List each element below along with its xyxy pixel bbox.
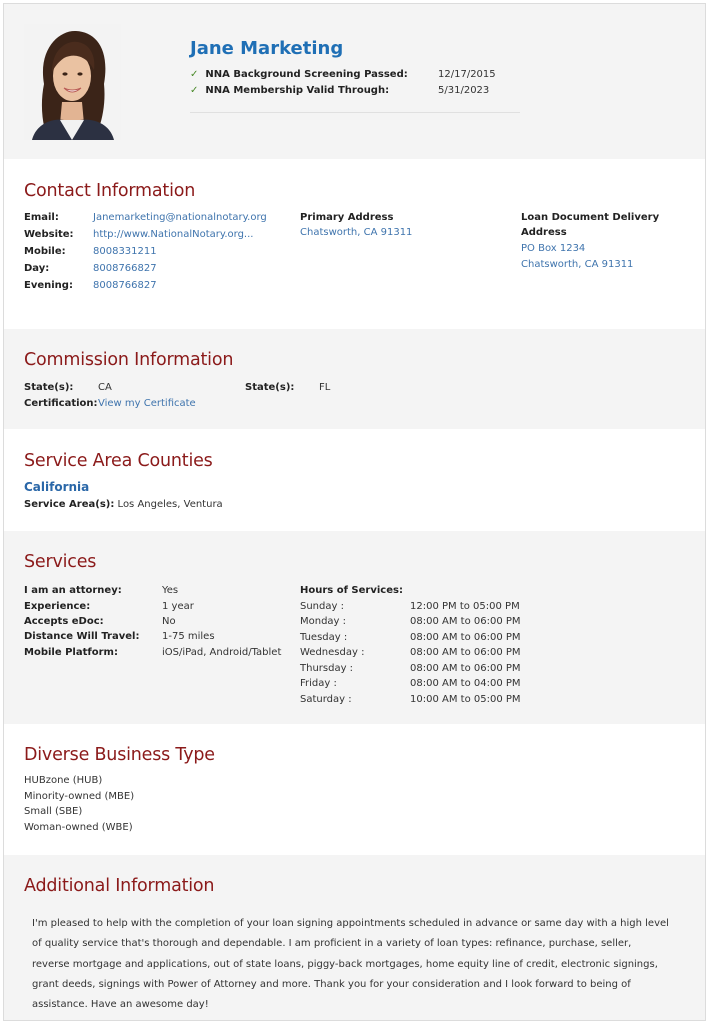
experience-value: 1 year: [162, 601, 194, 612]
profile-page: Jane Marketing ✓ NNA Background Screening…: [3, 3, 706, 1021]
hours-time: 08:00 AM to 04:00 PM: [410, 678, 521, 689]
service-area-row: Service Area(s): Los Angeles, Ventura: [24, 497, 223, 512]
diverse-section: Diverse Business Type HUBzone (HUB) Mino…: [4, 724, 705, 855]
mobile-platform-label: Mobile Platform:: [24, 647, 118, 658]
hours-time: 12:00 PM to 05:00 PM: [410, 601, 520, 612]
edoc-label: Accepts eDoc:: [24, 616, 104, 627]
section-title: Service Area Counties: [24, 451, 213, 471]
distance-value: 1-75 miles: [162, 631, 215, 642]
hours-label: Hours of Services:: [300, 585, 403, 596]
section-title: Additional Information: [24, 876, 215, 896]
hours-day: Saturday :: [300, 694, 352, 705]
check-icon: ✓: [190, 69, 199, 80]
evening-phone-link[interactable]: 8008766827: [93, 278, 157, 293]
hours-day: Sunday :: [300, 601, 344, 612]
primary-address: Chatsworth, CA 91311: [300, 227, 413, 238]
website-link[interactable]: http://www.NationalNotary.org...: [93, 227, 253, 242]
additional-text: I'm pleased to help with the completion …: [32, 918, 669, 1011]
website-label: Website:: [24, 229, 74, 240]
section-title: Commission Information: [24, 350, 234, 370]
service-area-value: Los Angeles, Ventura: [117, 499, 223, 510]
day-label: Day:: [24, 263, 50, 274]
commission-section: Commission Information State(s): CA Stat…: [4, 329, 705, 429]
service-state-name: California: [24, 480, 90, 494]
contact-section: Contact Information Email: Janemarketing…: [4, 159, 705, 329]
email-link[interactable]: Janemarketing@nationalnotary.org: [93, 210, 267, 225]
attorney-label: I am an attorney:: [24, 585, 122, 596]
view-certificate-link[interactable]: View my Certificate: [98, 396, 196, 411]
state-value: CA: [98, 382, 112, 393]
state-value: FL: [319, 382, 331, 393]
state-label: State(s):: [245, 382, 295, 393]
membership-date: 5/31/2023: [438, 85, 490, 96]
header-divider: [190, 112, 520, 113]
profile-photo: [24, 24, 121, 140]
hours-day: Tuesday :: [300, 632, 348, 643]
distance-label: Distance Will Travel:: [24, 631, 140, 642]
mobile-label: Mobile:: [24, 246, 66, 257]
experience-label: Experience:: [24, 601, 91, 612]
delivery-address-line-1: PO Box 1234: [521, 243, 586, 254]
delivery-address-label-2: Address: [521, 227, 567, 238]
primary-address-label: Primary Address: [300, 212, 394, 223]
diverse-item: Small (SBE): [24, 806, 83, 817]
evening-label: Evening:: [24, 280, 73, 291]
delivery-address-label: Loan Document Delivery: [521, 212, 660, 223]
membership-label: NNA Membership Valid Through:: [205, 85, 390, 96]
diverse-item: Minority-owned (MBE): [24, 791, 135, 802]
certification-label: Certification:: [24, 398, 98, 409]
delivery-address-line-2: Chatsworth, CA 91311: [521, 259, 634, 270]
profile-name: Jane Marketing: [190, 38, 344, 59]
hours-day: Wednesday :: [300, 647, 365, 658]
hours-time: 08:00 AM to 06:00 PM: [410, 632, 521, 643]
screening-date: 12/17/2015: [438, 69, 496, 80]
hours-time: 08:00 AM to 06:00 PM: [410, 647, 521, 658]
section-title: Diverse Business Type: [24, 745, 215, 765]
hours-day: Friday :: [300, 678, 337, 689]
profile-header: Jane Marketing ✓ NNA Background Screening…: [4, 4, 705, 159]
service-area-label: Service Area(s):: [24, 499, 115, 510]
mobile-platform-value: iOS/iPad, Android/Tablet: [162, 647, 282, 658]
day-phone-link[interactable]: 8008766827: [93, 261, 157, 276]
edoc-value: No: [162, 616, 176, 627]
section-title: Services: [24, 552, 97, 572]
services-section: Services I am an attorney: Yes Experienc…: [4, 531, 705, 724]
attorney-value: Yes: [162, 585, 179, 596]
hours-time: 08:00 AM to 06:00 PM: [410, 616, 521, 627]
screening-label: NNA Background Screening Passed:: [205, 69, 408, 80]
check-icon: ✓: [190, 85, 199, 96]
email-label: Email:: [24, 212, 59, 223]
screening-check-row: ✓ NNA Background Screening Passed:: [190, 67, 408, 82]
hours-time: 08:00 AM to 06:00 PM: [410, 663, 521, 674]
hours-day: Monday :: [300, 616, 347, 627]
state-label: State(s):: [24, 382, 74, 393]
hours-time: 10:00 AM to 05:00 PM: [410, 694, 521, 705]
diverse-item: HUBzone (HUB): [24, 775, 103, 786]
membership-check-row: ✓ NNA Membership Valid Through:: [190, 83, 389, 98]
section-title: Contact Information: [24, 181, 196, 201]
service-area-section: Service Area Counties California Service…: [4, 429, 705, 531]
mobile-phone-link[interactable]: 8008331211: [93, 244, 157, 259]
diverse-item: Woman-owned (WBE): [24, 822, 133, 833]
hours-day: Thursday :: [300, 663, 354, 674]
